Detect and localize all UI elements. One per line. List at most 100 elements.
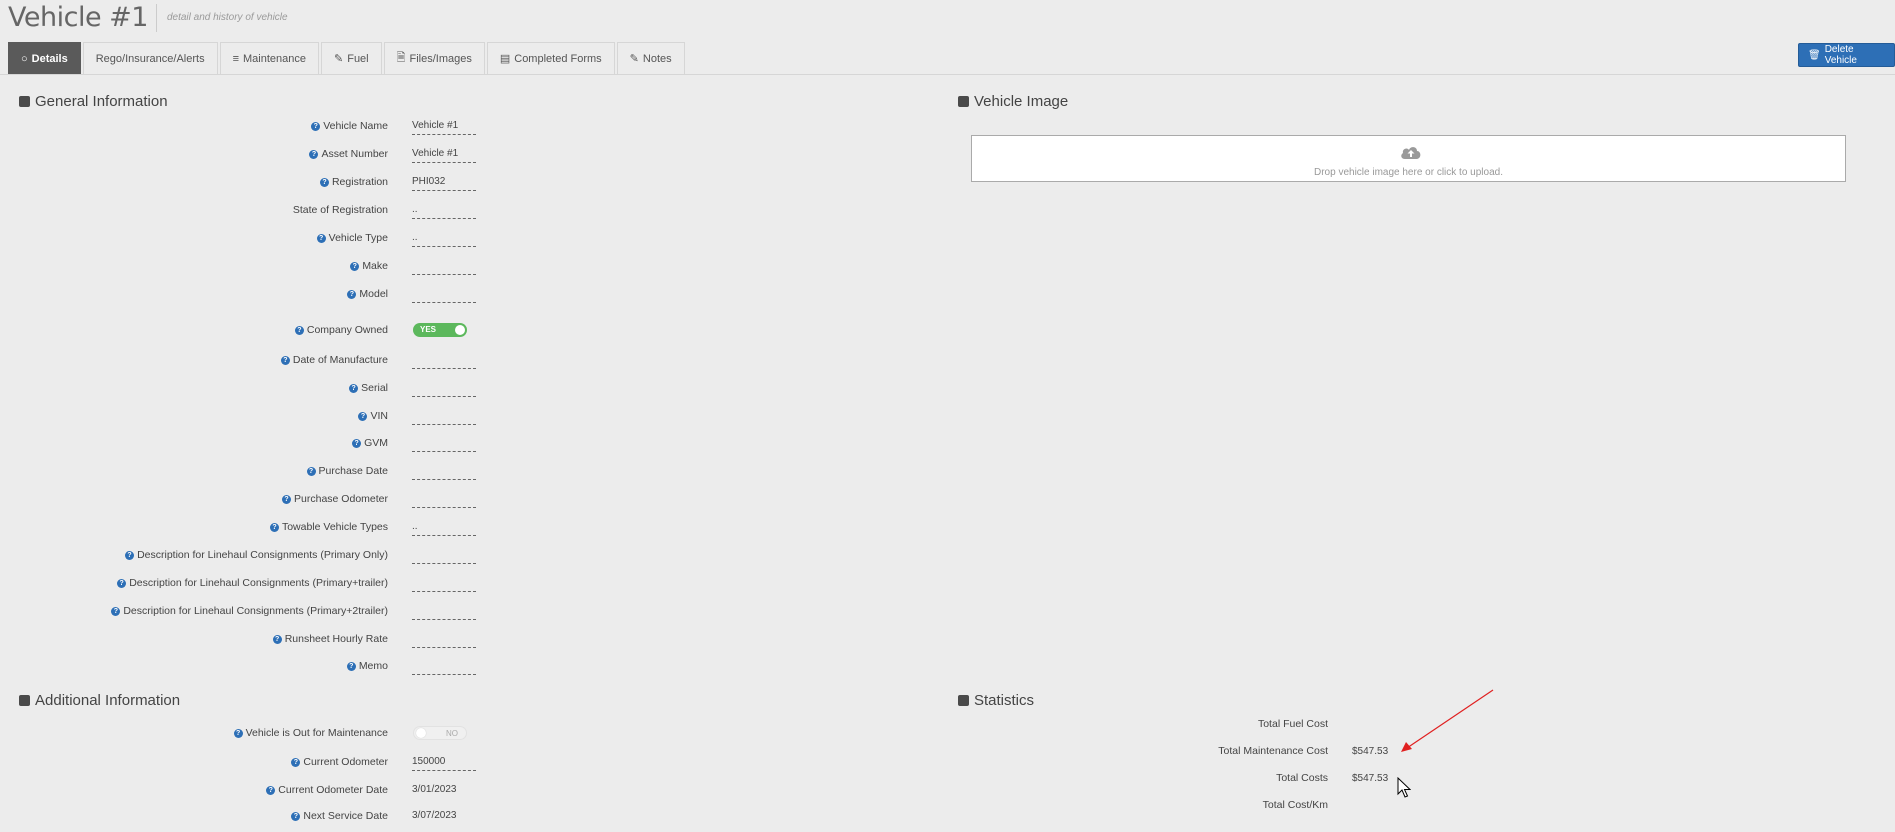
memo-field[interactable] [412, 660, 476, 675]
row-current-odometer: ? Current Odometer 150000 [0, 754, 480, 774]
row-date-of-manufacture: ? Date of Manufacture [0, 352, 480, 372]
tab-maintenance[interactable]: ≡ Maintenance [219, 42, 319, 74]
field-label: ? Vehicle Type [316, 232, 388, 244]
row-runsheet-hourly-rate: ? Runsheet Hourly Rate [0, 631, 480, 651]
tab-label: Details [31, 52, 68, 65]
row-desc-primary-trailer: ? Description for Linehaul Consignments (… [0, 575, 480, 595]
tab-files-images[interactable]: 🗎 Files/Images [383, 42, 485, 74]
field-label: ? Registration [319, 176, 388, 188]
page-title: Vehicle #1 [8, 2, 148, 33]
page-header: Vehicle #1 detail and history of vehicle [8, 2, 288, 33]
gvm-field[interactable] [412, 437, 476, 452]
field-label: ? Company Owned [294, 324, 388, 336]
help-icon[interactable]: ? [352, 439, 362, 448]
stat-total-costs: Total Costs [1100, 772, 1328, 788]
help-icon[interactable]: ? [282, 495, 292, 504]
help-icon[interactable]: ? [349, 384, 359, 393]
field-label: ? Vehicle Name [311, 120, 388, 132]
desc-primary-only-field[interactable] [412, 549, 476, 564]
next-service-date-value: 3/07/2023 [412, 810, 457, 821]
state-of-registration-field[interactable]: .. [412, 204, 476, 219]
desc-primary-2trailer-field[interactable] [412, 605, 476, 620]
row-purchase-odometer: ? Purchase Odometer [0, 491, 480, 511]
model-field[interactable] [412, 288, 476, 303]
row-asset-number: ? Asset Number Vehicle #1 [0, 146, 480, 166]
vehicle-type-field[interactable]: .. [412, 232, 476, 247]
tab-rego-insurance-alerts[interactable]: Rego/Insurance/Alerts [82, 42, 218, 74]
vin-field[interactable] [412, 410, 476, 425]
row-memo: ? Memo [0, 658, 480, 678]
help-icon[interactable]: ? [347, 290, 357, 299]
help-icon[interactable]: ? [266, 786, 276, 795]
help-icon[interactable]: ? [306, 467, 316, 476]
help-icon[interactable]: ? [117, 579, 127, 588]
tab-label: Completed Forms [514, 52, 602, 65]
stat-label: Total Costs [1276, 772, 1328, 784]
vehicle-name-field[interactable]: Vehicle #1 [412, 120, 476, 135]
runsheet-hourly-rate-field[interactable] [412, 633, 476, 648]
tab-details[interactable]: ○ Details [8, 42, 81, 74]
delete-vehicle-button[interactable]: 🗑 Delete Vehicle [1798, 43, 1895, 67]
current-odometer-date-value: 3/01/2023 [412, 784, 457, 795]
vehicle-image-dropzone[interactable]: Drop vehicle image here or click to uplo… [971, 135, 1846, 182]
mouse-cursor-icon [1397, 777, 1411, 798]
help-icon[interactable]: ? [358, 412, 368, 421]
row-current-odometer-date: ? Current Odometer Date 3/01/2023 [0, 782, 480, 802]
help-icon[interactable]: ? [311, 122, 321, 131]
help-icon[interactable]: ? [316, 234, 326, 243]
help-icon[interactable]: ? [280, 356, 290, 365]
field-label: ? Purchase Date [306, 465, 388, 477]
current-odometer-field[interactable]: 150000 [412, 756, 476, 771]
row-make: ? Make [0, 258, 480, 278]
circle-icon: ○ [21, 52, 28, 65]
tab-label: Maintenance [243, 52, 306, 65]
asset-number-field[interactable]: Vehicle #1 [412, 148, 476, 163]
row-vehicle-name: ? Vehicle Name Vehicle #1 [0, 118, 480, 138]
field-label: ? Serial [349, 382, 388, 394]
tab-label: Files/Images [409, 52, 472, 65]
field-label: ? Description for Linehaul Consignments (… [117, 577, 388, 589]
additional-information-heading: Additional Information [19, 692, 180, 709]
row-model: ? Model [0, 286, 480, 306]
section-square-icon [19, 695, 30, 706]
help-icon[interactable]: ? [125, 551, 135, 560]
field-label: State of Registration [292, 204, 388, 216]
purchase-odometer-field[interactable] [412, 493, 476, 508]
tab-completed-forms[interactable]: ▤ Completed Forms [486, 42, 615, 74]
registration-field[interactable]: PHI032 [412, 176, 476, 191]
tab-fuel[interactable]: ✎ Fuel [321, 42, 382, 74]
list-icon: ≡ [232, 52, 239, 65]
field-label: ? Towable Vehicle Types [269, 521, 388, 533]
help-icon[interactable]: ? [269, 523, 279, 532]
tab-label: Notes [642, 52, 672, 65]
help-icon[interactable]: ? [319, 178, 329, 187]
row-desc-primary-only: ? Description for Linehaul Consignments (… [0, 547, 480, 567]
stat-total-maintenance-cost: Total Maintenance Cost [1100, 745, 1328, 761]
annotation-arrow-icon [1401, 689, 1494, 752]
pencil-icon: ✎ [629, 53, 639, 65]
out-for-maintenance-toggle[interactable]: NO [413, 726, 467, 740]
help-icon[interactable]: ? [111, 607, 121, 616]
make-field[interactable] [412, 260, 476, 275]
row-purchase-date: ? Purchase Date [0, 463, 480, 483]
company-owned-toggle[interactable]: YES [413, 323, 467, 337]
help-icon[interactable]: ? [291, 758, 301, 767]
help-icon[interactable]: ? [294, 326, 304, 335]
tab-notes[interactable]: ✎ Notes [616, 42, 685, 74]
row-vin: ? VIN [0, 408, 480, 428]
towable-vehicle-types-field[interactable]: .. [412, 521, 476, 536]
serial-field[interactable] [412, 382, 476, 397]
date-of-manufacture-field[interactable] [412, 354, 476, 369]
help-icon[interactable]: ? [272, 635, 282, 644]
desc-primary-trailer-field[interactable] [412, 577, 476, 592]
toggle-knob [455, 325, 465, 335]
help-icon[interactable]: ? [309, 150, 319, 159]
pencil-icon: ✎ [334, 53, 344, 65]
help-icon[interactable]: ? [233, 729, 243, 738]
row-towable-vehicle-types: ? Towable Vehicle Types .. [0, 519, 480, 539]
help-icon[interactable]: ? [291, 812, 301, 821]
help-icon[interactable]: ? [346, 662, 356, 671]
purchase-date-field[interactable] [412, 465, 476, 480]
field-label: ? Description for Linehaul Consignments (… [111, 605, 388, 617]
help-icon[interactable]: ? [350, 262, 360, 271]
